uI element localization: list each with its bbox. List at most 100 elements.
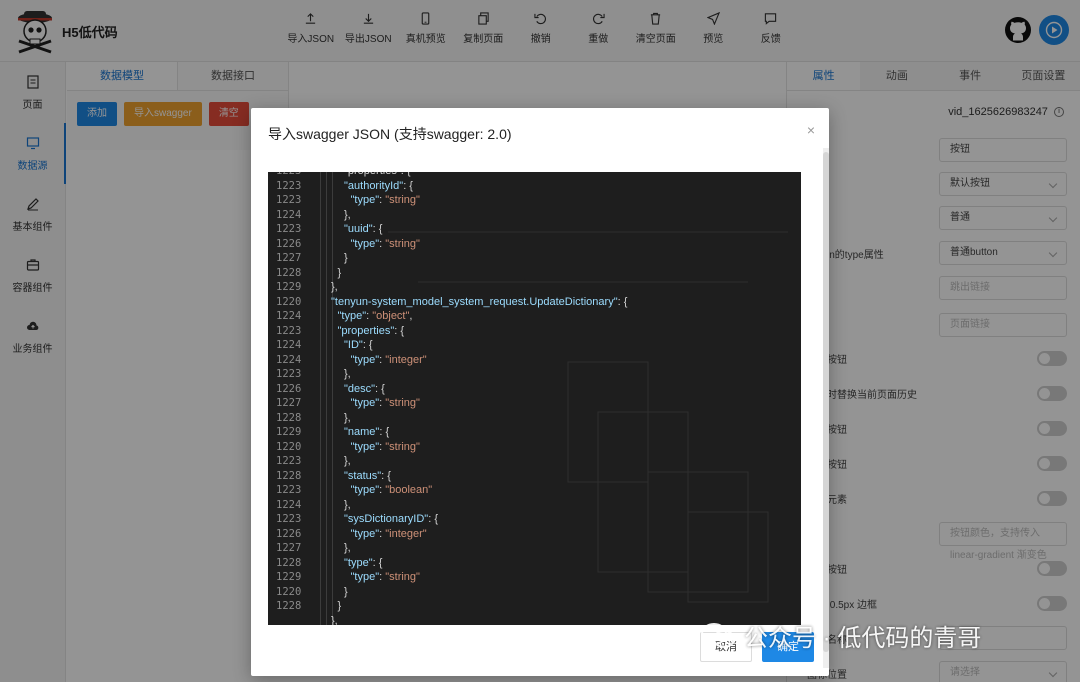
line-number: 1224 bbox=[276, 208, 302, 221]
code-line: "properties": { bbox=[318, 324, 801, 339]
line-number: 1223 bbox=[276, 324, 302, 337]
code-line: }, bbox=[318, 498, 801, 513]
code-line: "ID": { bbox=[318, 338, 801, 353]
line-number: 1229 bbox=[276, 426, 302, 438]
json-punct: }, bbox=[344, 498, 351, 511]
code-line: "type": "string" bbox=[318, 193, 801, 208]
json-key: "type" bbox=[337, 310, 367, 322]
json-punct: : { bbox=[362, 339, 373, 351]
json-key: "type" bbox=[350, 571, 380, 583]
line-number: 1223 bbox=[276, 513, 302, 525]
line-number: 1223 bbox=[276, 484, 302, 496]
json-punct: }, bbox=[344, 368, 351, 380]
code-line: }, bbox=[318, 411, 801, 426]
code-line: "desc": { bbox=[318, 382, 801, 397]
code-line: "name": { bbox=[318, 425, 801, 440]
json-punct: : { bbox=[428, 513, 439, 525]
json-string: "string" bbox=[385, 440, 420, 453]
json-string: "string" bbox=[385, 237, 420, 250]
code-line: "type": "integer" bbox=[318, 353, 801, 368]
line-number: 1226 bbox=[276, 527, 302, 540]
wechat-icon bbox=[701, 622, 735, 648]
code-line: "tenyun-system_model_system_request.Upda… bbox=[318, 295, 801, 310]
line-number: 1223 bbox=[276, 368, 302, 380]
line-number: 1223 bbox=[276, 194, 302, 206]
json-code-editor[interactable]: 1223 1223 1223 1224 1223 1226 1227 1228 1229 1220… bbox=[268, 172, 801, 625]
code-line: "type": "boolean" bbox=[318, 483, 801, 498]
json-string: "string" bbox=[385, 397, 420, 409]
json-key: "type" bbox=[350, 527, 380, 540]
line-number: 1227 bbox=[276, 252, 302, 264]
json-string: "integer" bbox=[385, 527, 427, 540]
code-line: "type": { bbox=[318, 556, 801, 571]
code-line: }, bbox=[318, 367, 801, 382]
code-area[interactable]: "properties": {"authorityId": {"type": "… bbox=[318, 172, 801, 625]
code-line: "type": "string" bbox=[318, 237, 801, 252]
json-punct: , bbox=[409, 310, 413, 322]
code-line: }, bbox=[318, 208, 801, 223]
line-number: 1220 bbox=[276, 295, 302, 308]
line-number-gutter: 1223 1223 1223 1224 1223 1226 1227 1228 1229 1220… bbox=[268, 172, 308, 625]
json-key: "authorityId" bbox=[344, 179, 404, 192]
json-punct: : { bbox=[617, 295, 628, 308]
json-key: "type" bbox=[350, 237, 380, 250]
json-key: "type" bbox=[350, 397, 380, 409]
line-number: 1224 bbox=[276, 353, 302, 366]
code-line: "type": "string" bbox=[318, 396, 801, 411]
json-punct: : { bbox=[381, 469, 391, 482]
line-number: 1227 bbox=[276, 542, 302, 554]
json-punct: }, bbox=[344, 411, 351, 424]
json-key: "ID" bbox=[344, 339, 363, 351]
line-number: 1228 bbox=[276, 266, 302, 279]
line-number: 1226 bbox=[276, 237, 302, 250]
code-line: }, bbox=[318, 454, 801, 469]
dialog-scrollbar[interactable] bbox=[823, 148, 829, 668]
json-punct: } bbox=[344, 252, 348, 264]
dialog-title: 导入swagger JSON (支持swagger: 2.0) bbox=[268, 126, 512, 142]
line-number: 1224 bbox=[276, 498, 302, 511]
json-punct: : { bbox=[372, 223, 383, 235]
line-number: 1223 bbox=[276, 223, 302, 235]
json-punct: }, bbox=[331, 614, 338, 626]
watermark: 公众号 · 低代码的青哥 bbox=[700, 618, 981, 653]
json-punct: "properties": { bbox=[344, 172, 411, 177]
json-punct: } bbox=[337, 266, 342, 279]
json-key: "type" bbox=[350, 194, 380, 206]
json-key: "type" bbox=[350, 440, 380, 453]
json-punct: }, bbox=[331, 281, 338, 293]
json-string: "string" bbox=[385, 194, 420, 206]
json-string: "integer" bbox=[385, 353, 427, 366]
line-number: 1224 bbox=[276, 310, 302, 322]
line-number: 1226 bbox=[276, 382, 302, 395]
code-line: }, bbox=[318, 541, 801, 556]
json-punct: }, bbox=[344, 455, 351, 467]
code-line: } bbox=[318, 266, 801, 281]
line-number: 1229 bbox=[276, 281, 302, 293]
line-number: 1229 bbox=[276, 571, 302, 583]
code-line: "uuid": { bbox=[318, 222, 801, 237]
json-key: "uuid" bbox=[344, 223, 373, 235]
line-number: 1220 bbox=[276, 440, 302, 453]
json-key: "tenyun-system_model_system_request.Upda… bbox=[331, 295, 618, 308]
code-line: } bbox=[318, 599, 801, 614]
json-key: "type" bbox=[350, 353, 380, 366]
code-line: } bbox=[318, 251, 801, 266]
line-number: 1228 bbox=[276, 469, 302, 482]
json-punct: : { bbox=[375, 382, 385, 395]
watermark-text: 公众号 · 低代码的青哥 bbox=[744, 625, 982, 652]
json-punct: }, bbox=[344, 208, 351, 221]
code-line: "sysDictionaryID": { bbox=[318, 512, 801, 527]
json-punct: : { bbox=[372, 556, 383, 569]
json-punct: } bbox=[344, 585, 348, 598]
json-key: "type" bbox=[350, 484, 380, 496]
code-line: "authorityId": { bbox=[318, 179, 801, 194]
code-line: "type": "string" bbox=[318, 440, 801, 455]
line-number bbox=[268, 614, 308, 626]
line-number: 1228 bbox=[276, 411, 302, 424]
line-number: 1220 bbox=[276, 585, 302, 598]
close-icon[interactable]: × bbox=[807, 122, 815, 138]
json-punct: : { bbox=[394, 324, 405, 337]
line-number: 1228 bbox=[276, 600, 302, 612]
line-number: 1223 bbox=[276, 455, 302, 467]
code-line: "type": "object", bbox=[318, 309, 801, 324]
